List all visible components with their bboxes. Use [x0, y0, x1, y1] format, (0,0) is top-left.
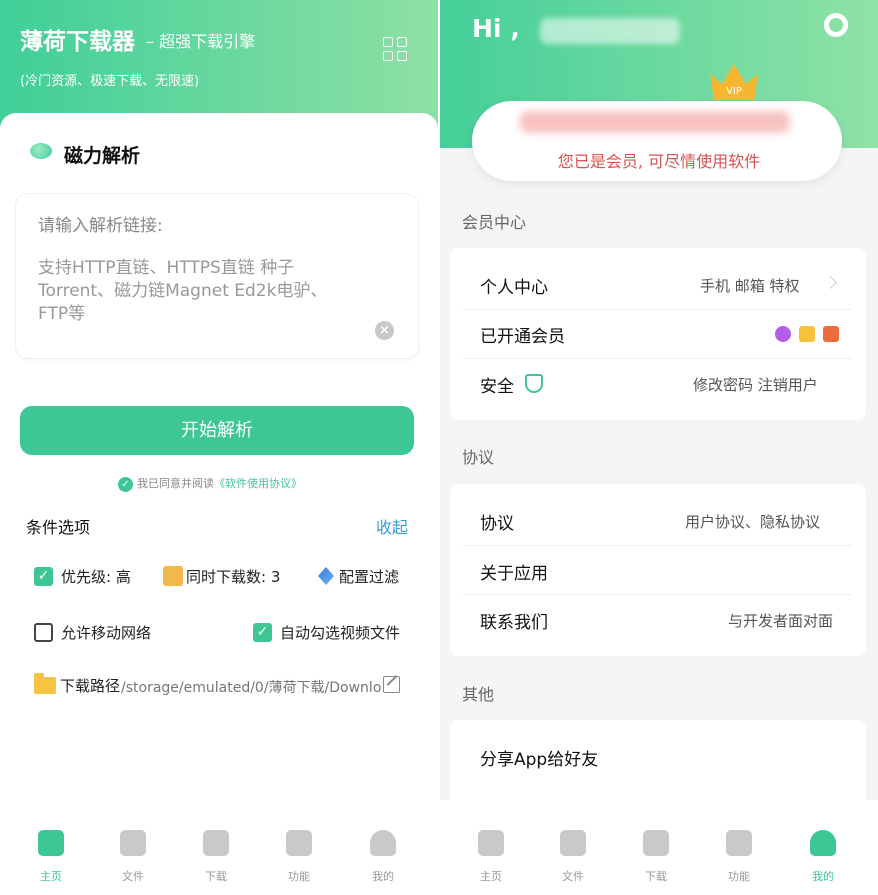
gear-icon[interactable] — [824, 13, 848, 37]
agreement-value: 用户协议、隐私协议 — [685, 513, 821, 531]
svg-text:VIP: VIP — [726, 86, 742, 97]
nav-download[interactable]: 下载 — [186, 830, 246, 884]
home-icon — [478, 830, 504, 856]
nav-download[interactable]: 下载 — [626, 830, 686, 884]
filter-label[interactable]: 配置过滤 — [339, 566, 399, 587]
home-screen: 薄荷下载器 – 超强下载引擎 (冷门资源、极速下载、无限速) 磁力解析 请输入解… — [0, 0, 438, 895]
divider — [462, 309, 852, 310]
app-title: 薄荷下载器 — [20, 29, 135, 55]
row-label: 分享App给好友 — [480, 750, 599, 770]
share-row[interactable]: 分享App给好友 — [480, 745, 840, 770]
nav-label: 我的 — [372, 870, 394, 883]
row-label: 关于应用 — [480, 564, 548, 584]
agreement-section-title: 协议 — [462, 448, 495, 467]
magnet-title: 磁力解析 — [64, 145, 141, 167]
profile-screen: Hi , VIP 您已是会员, 可尽情使用软件 会员中心 个人中心 手机 邮箱 … — [440, 0, 878, 895]
mobile-network-label: 允许移动网络 — [61, 624, 152, 642]
vip-badge-icon — [775, 326, 791, 342]
link-input-placeholder: 请输入解析链接: — [38, 216, 163, 236]
row-label: 已开通会员 — [480, 327, 565, 347]
member-status: 您已是会员, 可尽情使用软件 — [557, 152, 761, 171]
nav-label: 主页 — [40, 870, 62, 883]
magnet-icon — [30, 143, 52, 159]
chat-icon — [726, 830, 752, 856]
nav-label: 功能 — [728, 870, 750, 883]
nav-mine[interactable]: 我的 — [793, 830, 853, 884]
start-parse-button[interactable]: 开始解析 — [20, 406, 414, 455]
user-icon — [370, 830, 396, 856]
nav-home[interactable]: 主页 — [461, 830, 521, 884]
nav-files[interactable]: 文件 — [543, 830, 603, 884]
agreement-link[interactable]: 《软件使用协议》 — [214, 477, 302, 490]
concurrent-icon — [163, 566, 183, 586]
nav-label: 主页 — [480, 870, 502, 883]
bars-icon — [203, 830, 229, 856]
path-value: /storage/emulated/0/薄荷下载/Downlo... — [121, 680, 381, 696]
agreement-row[interactable]: ✓ 我已同意并阅读《软件使用协议》 — [118, 475, 302, 492]
app-tagline: (冷门资源、极速下载、无限速) — [20, 74, 200, 89]
book-icon — [560, 830, 586, 856]
contact-value: 与开发者面对面 — [728, 612, 834, 630]
security-value[interactable]: 修改密码 注销用户 — [693, 374, 818, 395]
nav-label: 下载 — [645, 870, 667, 883]
concurrent-label[interactable]: 同时下载数: 3 — [186, 566, 280, 587]
bars-icon — [643, 830, 669, 856]
nav-features[interactable]: 功能 — [709, 830, 769, 884]
username-blurred — [540, 18, 680, 44]
app-subtitle: – 超强下载引擎 — [146, 32, 256, 51]
nav-label: 文件 — [122, 870, 144, 883]
personal-center-value: 手机 邮箱 特权 — [700, 277, 800, 295]
row-label: 安全 — [480, 377, 514, 397]
priority-label: 优先级: 高 — [61, 568, 131, 586]
nav-label: 文件 — [562, 870, 584, 883]
diamond-badge-icon — [799, 326, 815, 342]
agree-text: 我已同意并阅读 — [137, 477, 214, 490]
folder-icon — [34, 673, 56, 694]
grid-menu-icon[interactable] — [383, 37, 409, 63]
edit-icon[interactable] — [383, 676, 400, 693]
divider — [462, 545, 852, 546]
options-title: 条件选项 — [26, 518, 91, 537]
collapse-link[interactable]: 收起 — [376, 514, 408, 538]
clear-icon[interactable]: × — [375, 321, 394, 340]
priority-checkbox[interactable]: ✓ — [34, 567, 53, 586]
nav-mine[interactable]: 我的 — [353, 830, 413, 884]
greeting: Hi , — [472, 14, 520, 43]
divider — [462, 594, 852, 595]
shield-icon — [525, 374, 543, 393]
nav-label: 下载 — [205, 870, 227, 883]
member-center-title: 会员中心 — [462, 213, 527, 232]
nav-files[interactable]: 文件 — [103, 830, 163, 884]
chat-icon — [286, 830, 312, 856]
path-label: 下载路径 — [60, 677, 121, 695]
crown-icon: VIP — [710, 64, 758, 100]
agree-check-icon[interactable]: ✓ — [118, 476, 133, 492]
auto-video-checkbox[interactable]: ✓ — [253, 623, 272, 642]
book-icon — [120, 830, 146, 856]
link-input-hint: 支持HTTP直链、HTTPS直链 种子Torrent、磁力链Magnet Ed2… — [38, 258, 328, 324]
nav-home[interactable]: 主页 — [21, 830, 81, 884]
nav-label: 我的 — [812, 870, 834, 883]
auto-video-label: 自动勾选视频文件 — [280, 624, 401, 642]
user-icon — [810, 830, 836, 856]
divider — [462, 358, 852, 359]
home-icon — [38, 830, 64, 856]
row-label: 联系我们 — [480, 613, 548, 633]
row-label: 个人中心 — [480, 278, 548, 298]
other-section-title: 其他 — [462, 685, 495, 704]
nav-label: 功能 — [288, 870, 310, 883]
about-row[interactable]: 关于应用 — [480, 559, 840, 584]
nav-features[interactable]: 功能 — [269, 830, 329, 884]
gift-badge-icon — [823, 326, 839, 342]
mobile-network-checkbox[interactable] — [34, 623, 53, 642]
member-info-blurred — [520, 111, 790, 133]
row-label: 协议 — [480, 514, 514, 534]
